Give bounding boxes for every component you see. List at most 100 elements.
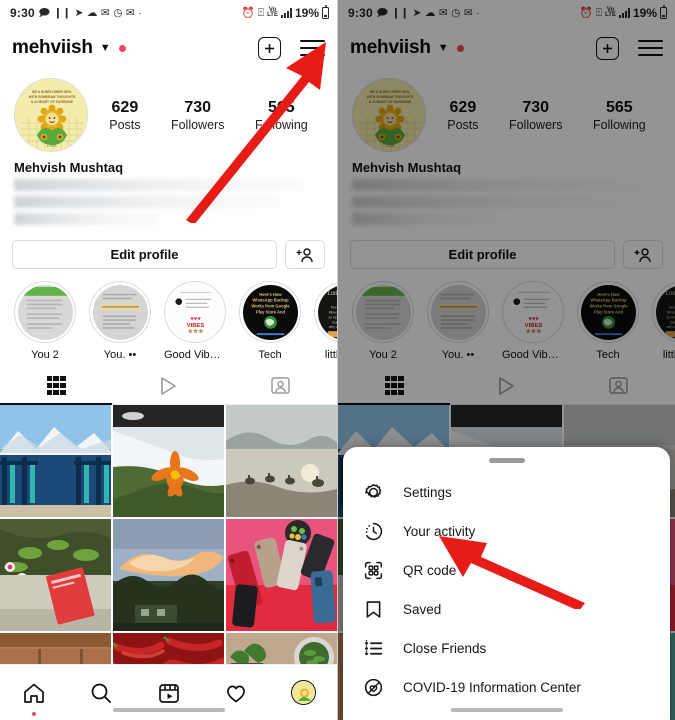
grid-photo[interactable] <box>0 519 111 631</box>
highlight-ring <box>14 281 76 343</box>
new-post-button[interactable] <box>258 36 281 60</box>
edit-profile-button[interactable]: Edit profile <box>12 240 277 269</box>
reels-tab[interactable] <box>135 676 202 710</box>
highlight-cover <box>92 284 148 340</box>
highlight-label: little thin <box>324 349 337 361</box>
highlight-item[interactable]: ♥♥♥ VIBES ★★★ Good Vibes O... <box>164 281 226 361</box>
svg-text:& A HEART OF SUNSHINE: & A HEART OF SUNSHINE <box>31 100 74 104</box>
options-menu: Settings Your activity QR code Saved Clo… <box>343 463 670 707</box>
avatar[interactable]: BE A SUNFLOWER GIRL WITH SUNBEAM THOUGHT… <box>14 78 88 152</box>
svg-text:WITH SUNBEAM THOUGHTS: WITH SUNBEAM THOUGHTS <box>29 95 76 99</box>
avatar-icon <box>290 680 316 705</box>
bio-line <box>14 179 305 191</box>
menu-item-saved[interactable]: Saved <box>343 590 670 629</box>
home-badge-dot <box>31 711 36 716</box>
home-icon <box>23 683 44 703</box>
grid-photo[interactable] <box>113 405 224 517</box>
highlight-label: You. •• <box>103 349 137 361</box>
profile-bio-redacted <box>0 177 337 225</box>
header-actions <box>258 36 325 60</box>
menu-item-label: Close Friends <box>403 640 487 656</box>
covid-info-icon <box>361 675 385 699</box>
status-bar: 9:30 🗩 ❙❙ ➤ ☁ ✉ ◷ ✉ · ⏰ ⍐ Vo LTE 19% <box>0 0 337 26</box>
highlight-item[interactable]: You 2 <box>14 281 76 361</box>
svg-text:very quickly in your life: very quickly in your life <box>328 325 337 329</box>
chevron-down-icon[interactable]: ▼ <box>100 42 111 54</box>
grid-photo[interactable] <box>113 519 224 631</box>
highlight-item[interactable]: Little Does She ⚠ Keep praying. Don't Mi… <box>314 281 337 361</box>
battery-icon <box>322 5 329 19</box>
profile-actions: Edit profile <box>0 230 337 269</box>
telegram-icon: ➤ <box>74 6 84 19</box>
grid-photo[interactable] <box>226 405 337 517</box>
sunset-clouds-trees <box>113 519 224 631</box>
reels-icon <box>158 683 179 703</box>
menu-item-qr-code[interactable]: QR code <box>343 551 670 590</box>
menu-item-close-friends[interactable]: Close Friends <box>343 629 670 668</box>
options-bottom-sheet: Settings Your activity QR code Saved Clo… <box>343 447 670 720</box>
grid-icon <box>46 376 66 395</box>
add-person-button[interactable] <box>285 240 325 269</box>
orange-flower-snow <box>113 405 224 517</box>
chat-icon: 🗩 <box>38 6 50 19</box>
home-indicator <box>450 708 563 712</box>
highlight-cover: Little Does She ⚠ Keep praying. Don't Mi… <box>317 284 337 340</box>
svg-text:Keep praying. Don't: Keep praying. Don't <box>330 305 337 309</box>
profile-summary: BE A SUNFLOWER GIRL WITH SUNBEAM THOUGHT… <box>0 70 337 154</box>
birds-lake-sunset <box>226 405 337 517</box>
tagged-tab[interactable] <box>225 367 337 404</box>
username-label[interactable]: mehviish <box>12 37 93 59</box>
svg-text:LOVE: LOVE <box>47 144 57 148</box>
stat-posts[interactable]: 629 Posts <box>109 99 140 132</box>
play-icon <box>161 376 177 395</box>
close-friends-list-icon <box>361 636 385 660</box>
activity-tab[interactable] <box>202 676 269 710</box>
profile-full-name: Mehvish Mushtaq <box>14 160 124 175</box>
volte-icon: Vo LTE <box>267 7 278 18</box>
svg-text:Play Store And: Play Store And <box>255 309 285 314</box>
highlight-ring: Here's How WhatsApp Backup Works from Go… <box>239 281 301 343</box>
menu-item-settings[interactable]: Settings <box>343 473 670 512</box>
lake-mountain-fence <box>0 405 111 517</box>
svg-text:so never stop believing: so never stop believing <box>328 315 337 319</box>
svg-text:Here's How: Here's How <box>259 291 282 296</box>
doc-beige-cover <box>92 284 148 340</box>
menu-item-covid-info[interactable]: COVID-19 Information Center <box>343 668 670 707</box>
highlight-ring: Little Does She ⚠ Keep praying. Don't Mi… <box>314 281 337 343</box>
stat-followers[interactable]: 730 Followers <box>171 99 225 132</box>
pink-flowers-red-book <box>0 519 111 631</box>
heart-icon <box>226 685 245 702</box>
left-phone-screen: 9:30 🗩 ❙❙ ➤ ☁ ✉ ◷ ✉ · ⏰ ⍐ Vo LTE 19% mehv… <box>0 0 337 720</box>
svg-text:Works from Google: Works from Google <box>251 303 290 308</box>
status-time: 9:30 <box>10 6 35 20</box>
pause-icon: ❙❙ <box>53 6 72 19</box>
highlight-cover <box>17 284 73 340</box>
highlight-item[interactable]: You. •• <box>89 281 151 361</box>
highlight-item[interactable]: Here's How WhatsApp Backup Works from Go… <box>239 281 301 361</box>
clock-icon: ◷ <box>113 6 123 19</box>
menu-item-label: QR code <box>403 562 457 578</box>
svg-text:♥♥♥: ♥♥♥ <box>190 316 201 322</box>
menu-item-your-activity[interactable]: Your activity <box>343 512 670 551</box>
screenshot-stage: 9:30 🗩 ❙❙ ➤ ☁ ✉ ◷ ✉ · ⏰ ⍐ Vo LTE 19% mehv… <box>0 0 675 720</box>
profile-tab[interactable] <box>270 676 337 710</box>
search-tab[interactable] <box>67 676 134 710</box>
menu-item-label: Settings <box>403 484 452 500</box>
status-bar-right: ⏰ ⍐ Vo LTE 19% <box>242 5 329 20</box>
grid-photo[interactable] <box>226 519 337 631</box>
reels-tab[interactable] <box>112 367 224 404</box>
grid-photo[interactable] <box>0 405 111 517</box>
mail-icon: ✉ <box>100 6 110 19</box>
stat-following[interactable]: 565 Following <box>255 99 308 132</box>
highlight-label: You 2 <box>31 349 59 361</box>
hamburger-menu-icon[interactable] <box>300 39 325 57</box>
followers-label: Followers <box>170 117 225 132</box>
home-indicator <box>112 708 225 712</box>
home-tab[interactable] <box>0 676 67 716</box>
bottom-nav <box>0 664 337 720</box>
envelope-icon: ✉ <box>125 6 135 19</box>
signal-icon <box>280 8 292 18</box>
grid-tab[interactable] <box>0 367 113 405</box>
status-bar-left: 9:30 🗩 ❙❙ ➤ ☁ ✉ ◷ ✉ · <box>10 6 142 20</box>
plus-icon <box>265 43 274 53</box>
